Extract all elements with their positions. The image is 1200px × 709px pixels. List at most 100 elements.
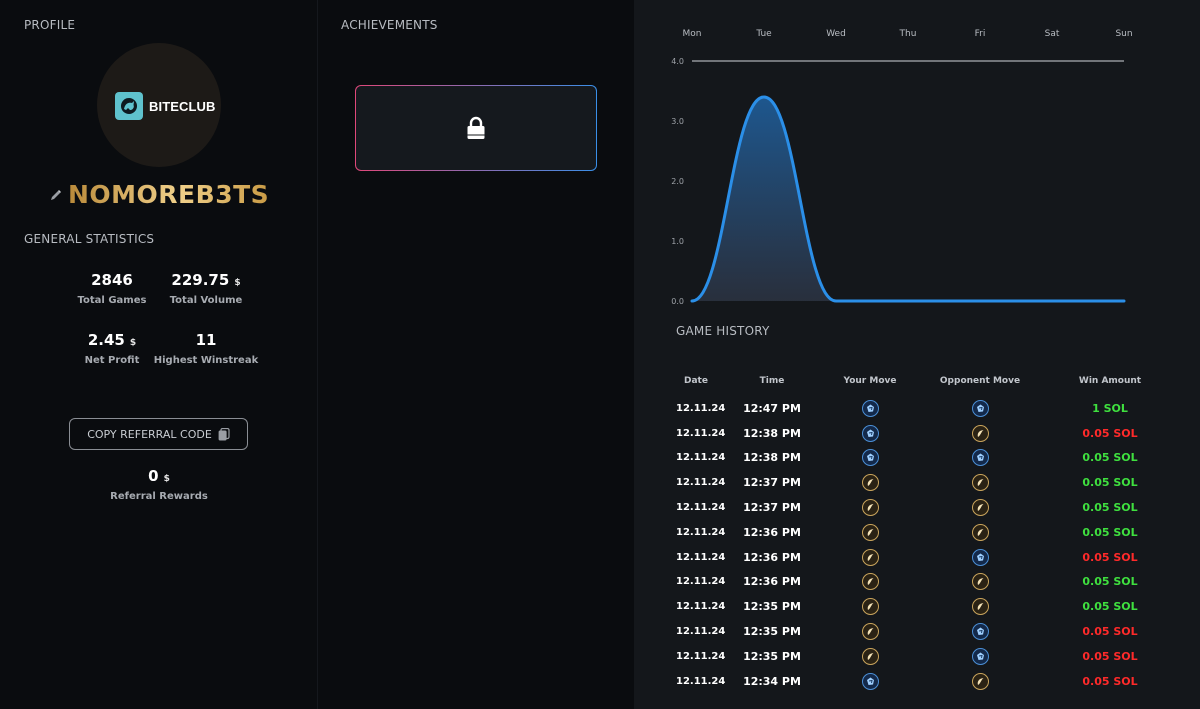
rock-move-icon <box>861 672 879 690</box>
rock-move-icon <box>861 399 879 417</box>
paper-move-icon <box>971 474 989 492</box>
table-row: 12.11.24 12:38 PM 0.05 SOL <box>664 421 1184 446</box>
paper-move-icon <box>861 548 879 566</box>
paper-move-icon <box>861 647 879 665</box>
cell-opponent-move <box>924 424 1036 442</box>
cell-time: 12:35 PM <box>743 625 801 639</box>
referral-rewards: 0 $ Referral Rewards <box>99 466 219 502</box>
username-row: NOMOREB3TS <box>50 180 269 209</box>
sol-icon: $ <box>234 278 241 288</box>
paper-move-icon <box>971 499 989 517</box>
cell-date: 12.11.24 <box>676 502 726 514</box>
sol-icon: $ <box>129 338 137 348</box>
cell-your-move <box>816 598 924 616</box>
cell-opponent-move <box>924 623 1036 641</box>
rock-move-icon <box>971 449 989 467</box>
rock-move-icon <box>971 623 989 641</box>
x-tick-label: Fri <box>975 29 986 39</box>
header-your-move: Your Move <box>843 376 897 386</box>
y-tick-label: 4.0 <box>671 57 684 66</box>
cell-opponent-move <box>924 523 1036 541</box>
rock-move-icon <box>971 399 989 417</box>
cell-opponent-move <box>924 647 1036 665</box>
referral-button-label: COPY REFERRAL CODE <box>87 427 212 441</box>
cell-time: 12:38 PM <box>743 451 801 465</box>
stat-value: 11 <box>195 331 217 349</box>
y-tick-label: 3.0 <box>671 117 684 126</box>
cell-date: 12.11.24 <box>676 477 726 489</box>
cell-opponent-move <box>924 399 1036 417</box>
cell-win-amount: 0.05 SOL <box>1082 600 1138 614</box>
stat-highest-winstreak: 11 Highest Winstreak <box>146 330 266 366</box>
cell-win-amount: 0.05 SOL <box>1082 575 1138 589</box>
cell-time: 12:37 PM <box>743 501 801 515</box>
cell-your-move <box>816 548 924 566</box>
paper-move-icon <box>861 499 879 517</box>
table-row: 12.11.24 12:35 PM 0.05 SOL <box>664 594 1184 619</box>
cell-your-move <box>816 499 924 517</box>
stat-label: Highest Winstreak <box>153 355 259 366</box>
cell-date: 12.11.24 <box>676 526 726 538</box>
cell-time: 12:34 PM <box>743 674 801 688</box>
x-tick-label: Tue <box>755 29 772 39</box>
cell-your-move <box>816 523 924 541</box>
y-tick-label: 1.0 <box>671 237 684 246</box>
rock-move-icon <box>861 424 879 442</box>
table-row: 12.11.24 12:37 PM 0.05 SOL <box>664 495 1184 520</box>
edit-pencil-icon[interactable] <box>50 189 62 201</box>
cell-win-amount: 0.05 SOL <box>1082 649 1138 663</box>
x-tick-label: Sun <box>1115 29 1132 39</box>
cell-win-amount: 0.05 SOL <box>1082 451 1138 465</box>
cell-time: 12:38 PM <box>743 426 801 440</box>
cell-date: 12.11.24 <box>676 601 726 613</box>
paper-move-icon <box>971 598 989 616</box>
cell-your-move <box>816 449 924 467</box>
game-history-table: Date Time Your Move Opponent Move Win Am… <box>664 374 1184 694</box>
header-date: Date <box>684 376 708 386</box>
table-row: 12.11.24 12:35 PM 0.05 SOL <box>664 619 1184 644</box>
stat-value: 229.75 <box>171 271 230 289</box>
cell-win-amount: 0.05 SOL <box>1082 476 1138 490</box>
logo-text: BITECLUB <box>149 98 216 114</box>
achievements-title: ACHIEVEMENTS <box>341 18 438 32</box>
paper-move-icon <box>861 474 879 492</box>
avatar[interactable]: BITECLUB <box>97 43 221 167</box>
cell-date: 12.11.24 <box>676 452 726 464</box>
cell-date: 12.11.24 <box>676 675 726 687</box>
x-tick-label: Sat <box>1045 29 1060 39</box>
cell-time: 12:35 PM <box>743 600 801 614</box>
cell-time: 12:47 PM <box>743 401 801 415</box>
cell-your-move <box>816 399 924 417</box>
cell-your-move <box>816 474 924 492</box>
cell-opponent-move <box>924 449 1036 467</box>
y-tick-label: 0.0 <box>671 297 684 306</box>
achievement-card-locked[interactable] <box>355 85 597 171</box>
game-history-title: GAME HISTORY <box>676 324 770 338</box>
cell-your-move <box>816 573 924 591</box>
stat-value: 2846 <box>91 271 133 289</box>
stat-label: Total Volume <box>169 295 243 306</box>
stat-total-volume: 229.75 $ Total Volume <box>146 270 266 306</box>
cell-win-amount: 0.05 SOL <box>1082 674 1138 688</box>
header-time: Time <box>759 376 785 386</box>
rock-move-icon <box>971 647 989 665</box>
x-tick-label: Thu <box>899 29 917 39</box>
cell-your-move <box>816 647 924 665</box>
sol-icon: $ <box>163 474 170 484</box>
cell-your-move <box>816 623 924 641</box>
profile-panel: PROFILE BITECLUB NOMOREB3TS GENERAL STAT… <box>0 0 318 709</box>
cell-win-amount: 0.05 SOL <box>1082 501 1138 515</box>
table-row: 12.11.24 12:37 PM 0.05 SOL <box>664 470 1184 495</box>
paper-move-icon <box>971 424 989 442</box>
cell-time: 12:35 PM <box>743 649 801 663</box>
cell-your-move <box>816 672 924 690</box>
wolf-icon <box>115 92 143 120</box>
cell-time: 12:36 PM <box>743 550 801 564</box>
cell-time: 12:37 PM <box>743 476 801 490</box>
referral-rewards-value: 0 <box>148 467 159 485</box>
copy-referral-code-button[interactable]: COPY REFERRAL CODE <box>69 418 248 450</box>
cell-opponent-move <box>924 598 1036 616</box>
table-row: 12.11.24 12:47 PM 1 SOL <box>664 396 1184 421</box>
chart-area <box>692 97 1124 301</box>
general-statistics-title: GENERAL STATISTICS <box>24 232 155 246</box>
